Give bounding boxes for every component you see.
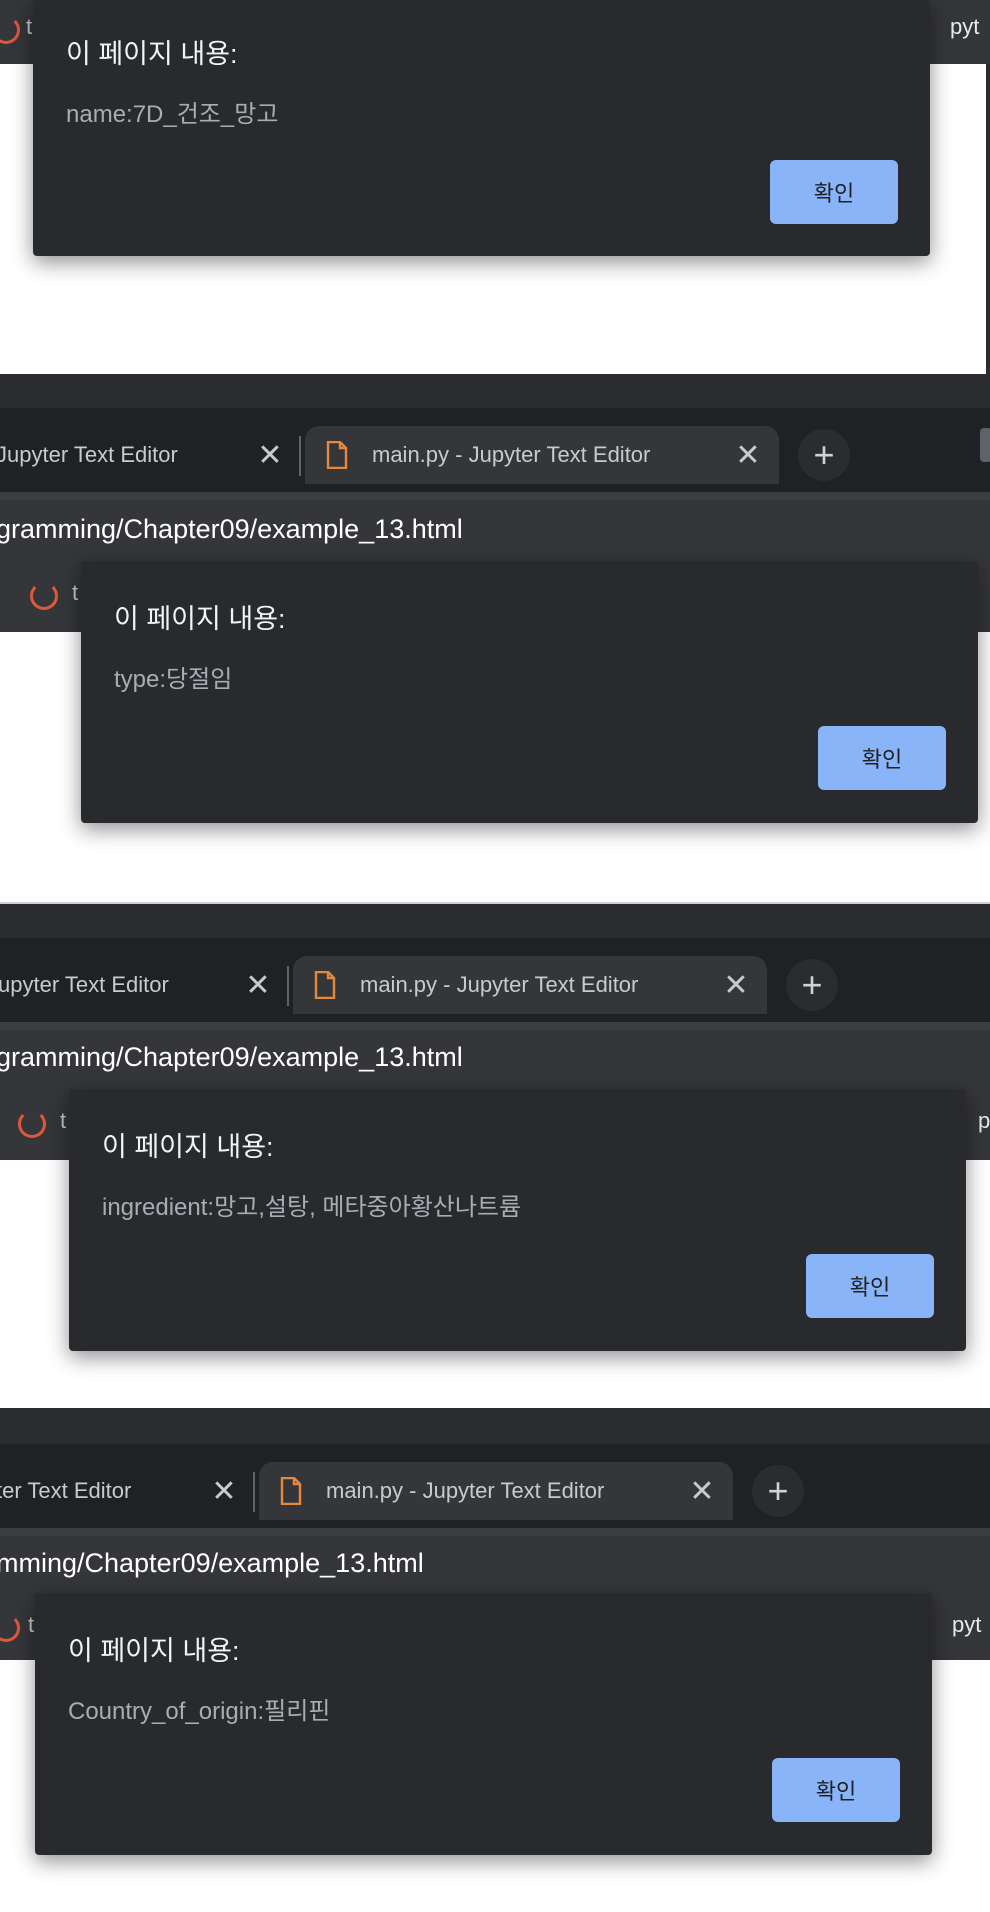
tab-close-icon[interactable]: ✕ xyxy=(718,967,754,1003)
tab-label: ter Text Editor xyxy=(0,1478,132,1503)
dialog-message: ingredient:망고,설탕, 메타중아황산나트륨 xyxy=(102,1194,522,1221)
loading-icon xyxy=(18,1110,46,1138)
tab-label: main.py - Jupyter Text Editor xyxy=(372,442,651,467)
tab-close-icon[interactable]: ✕ xyxy=(684,1473,720,1509)
tab-close-icon[interactable]: ✕ xyxy=(252,437,288,473)
ok-button[interactable]: 확인 xyxy=(770,160,898,224)
address-bar[interactable]: gramming/Chapter09/example_13.html xyxy=(0,500,990,560)
tab-divider xyxy=(299,436,301,476)
dialog-message: name:7D_건조_망고 xyxy=(66,101,279,128)
new-tab-plus-icon[interactable]: + xyxy=(798,429,850,481)
alert-dialog: 이 페이지 내용: name:7D_건조_망고 확인 xyxy=(33,0,930,256)
bookmark-label[interactable]: t xyxy=(28,1612,34,1638)
url-text[interactable]: mming/Chapter09/example_13.html xyxy=(0,1548,424,1579)
ok-button[interactable]: 확인 xyxy=(772,1758,900,1822)
bookmark-label[interactable]: t xyxy=(72,580,78,606)
new-tab-plus-icon[interactable]: + xyxy=(752,1465,804,1517)
dialog-title: 이 페이지 내용: xyxy=(66,39,238,69)
tab-label: main.py - Jupyter Text Editor xyxy=(360,972,639,997)
tab-close-icon[interactable]: ✕ xyxy=(206,1473,242,1509)
tab-main-py[interactable]: main.py - Jupyter Text Editor xyxy=(259,1462,733,1520)
window-control[interactable] xyxy=(980,428,990,462)
tab-strip: upyter Text Editor ✕ main.py - Jupyter T… xyxy=(0,938,990,1022)
tab-strip: ter Text Editor ✕ main.py - Jupyter Text… xyxy=(0,1444,990,1528)
tab-underline xyxy=(0,1022,990,1030)
alert-dialog: 이 페이지 내용: Country_of_origin:필리핀 확인 xyxy=(35,1593,932,1855)
file-icon xyxy=(326,441,348,469)
tab-underline xyxy=(0,1528,990,1536)
loading-icon xyxy=(30,582,58,610)
window-titlebar xyxy=(0,902,990,940)
dialog-message: type:당절임 xyxy=(114,666,233,693)
file-icon xyxy=(314,971,336,999)
alert-dialog: 이 페이지 내용: ingredient:망고,설탕, 메타중아황산나트륨 확인 xyxy=(69,1089,966,1351)
ok-button[interactable]: 확인 xyxy=(818,726,946,790)
dialog-title: 이 페이지 내용: xyxy=(102,1132,274,1162)
bookmark-label-right[interactable]: p xyxy=(978,1108,990,1134)
bookmark-label[interactable]: t xyxy=(26,14,32,40)
bookmark-label-right[interactable]: pyt xyxy=(952,1612,981,1638)
tab-close-icon[interactable]: ✕ xyxy=(730,437,766,473)
window-titlebar xyxy=(0,1408,990,1444)
bookmark-label-right[interactable]: pyt xyxy=(950,14,979,40)
address-bar[interactable]: gramming/Chapter09/example_13.html xyxy=(0,1030,990,1088)
tab-label: Jupyter Text Editor xyxy=(0,442,178,467)
bookmark-label[interactable]: t xyxy=(60,1108,66,1134)
window-titlebar xyxy=(0,374,990,408)
url-text[interactable]: gramming/Chapter09/example_13.html xyxy=(0,514,463,545)
file-icon xyxy=(280,1477,302,1505)
tab-underline xyxy=(0,492,990,500)
alert-dialog: 이 페이지 내용: type:당절임 확인 xyxy=(81,561,978,823)
tab-main-py[interactable]: main.py - Jupyter Text Editor xyxy=(305,426,779,484)
address-bar[interactable]: mming/Chapter09/example_13.html xyxy=(0,1536,990,1594)
tab-divider xyxy=(253,1472,255,1512)
new-tab-plus-icon[interactable]: + xyxy=(786,959,838,1011)
tab-main-py[interactable]: main.py - Jupyter Text Editor xyxy=(293,956,767,1014)
dialog-title: 이 페이지 내용: xyxy=(68,1636,240,1666)
tab-label: main.py - Jupyter Text Editor xyxy=(326,1478,605,1503)
tab-divider xyxy=(287,966,289,1006)
url-text[interactable]: gramming/Chapter09/example_13.html xyxy=(0,1042,463,1073)
dialog-title: 이 페이지 내용: xyxy=(114,604,286,634)
ok-button[interactable]: 확인 xyxy=(806,1254,934,1318)
dialog-message: Country_of_origin:필리핀 xyxy=(68,1698,331,1725)
tab-label: upyter Text Editor xyxy=(0,972,169,997)
tab-jupyter-text-editor[interactable]: Jupyter Text Editor xyxy=(0,426,295,484)
tab-strip: Jupyter Text Editor ✕ main.py - Jupyter … xyxy=(0,408,990,492)
tab-close-icon[interactable]: ✕ xyxy=(240,967,276,1003)
